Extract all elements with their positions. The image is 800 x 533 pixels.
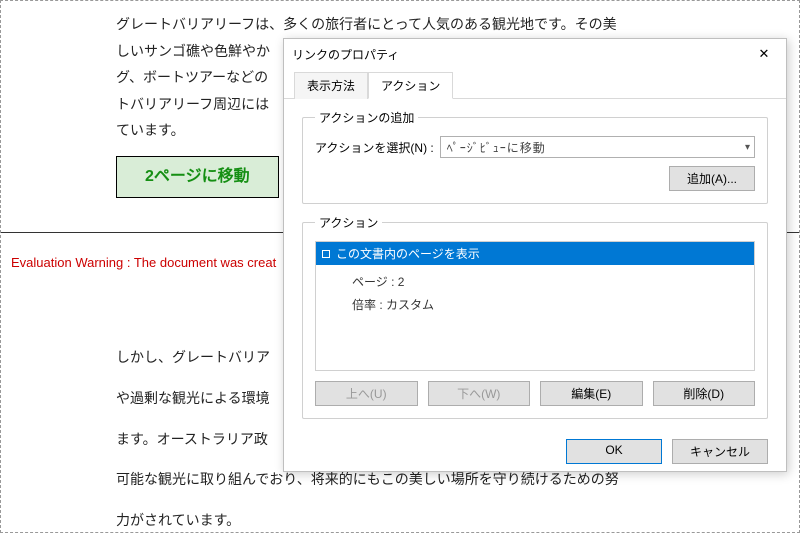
delete-button[interactable]: 削除(D) (653, 381, 756, 406)
cancel-button[interactable]: キャンセル (672, 439, 768, 464)
dialog-title: リンクのプロパティ (292, 46, 399, 63)
p2-line: 力がされています。 (116, 507, 759, 533)
dialog-footer: OK キャンセル (284, 429, 786, 478)
add-action-legend: アクションの追加 (315, 109, 418, 126)
move-up-button[interactable]: 上へ(U) (315, 381, 418, 406)
action-item-details: ページ : 2 倍率 : カスタム (316, 265, 754, 317)
dialog-tabs: 表示方法 アクション (284, 71, 786, 99)
tab-display[interactable]: 表示方法 (294, 72, 368, 99)
tab-actions[interactable]: アクション (368, 72, 453, 99)
close-icon[interactable]: ✕ (750, 45, 778, 63)
ok-button[interactable]: OK (566, 439, 662, 464)
chevron-down-icon: ▾ (745, 142, 750, 153)
p1-line: グレートバリアリーフは、多くの旅行者にとって人気のある観光地です。その美 (116, 11, 759, 38)
edit-button[interactable]: 編集(E) (540, 381, 643, 406)
action-item-selected[interactable]: この文書内のページを表示 (316, 242, 754, 265)
actions-legend: アクション (315, 214, 382, 231)
add-action-group: アクションの追加 アクションを選択(N) : ﾍﾟｰｼﾞﾋﾞｭｰに移動 ▾ 追加… (302, 109, 768, 204)
move-down-button[interactable]: 下へ(W) (428, 381, 531, 406)
square-icon (322, 250, 330, 258)
actions-list-group: アクション この文書内のページを表示 ページ : 2 倍率 : カスタム 上へ(… (302, 214, 768, 419)
select-action-label: アクションを選択(N) : (315, 139, 434, 156)
action-item-label: この文書内のページを表示 (336, 245, 480, 262)
add-button[interactable]: 追加(A)... (669, 166, 755, 191)
goto-page-2-link[interactable]: 2ページに移動 (116, 156, 279, 198)
actions-panel: アクションの追加 アクションを選択(N) : ﾍﾟｰｼﾞﾋﾞｭｰに移動 ▾ 追加… (284, 99, 786, 429)
action-select[interactable]: ﾍﾟｰｼﾞﾋﾞｭｰに移動 ▾ (440, 136, 755, 158)
link-properties-dialog: リンクのプロパティ ✕ 表示方法 アクション アクションの追加 アクションを選択… (283, 38, 787, 472)
action-select-value: ﾍﾟｰｼﾞﾋﾞｭｰに移動 (447, 139, 546, 156)
actions-list[interactable]: この文書内のページを表示 ページ : 2 倍率 : カスタム (315, 241, 755, 371)
dialog-titlebar: リンクのプロパティ ✕ (284, 39, 786, 69)
